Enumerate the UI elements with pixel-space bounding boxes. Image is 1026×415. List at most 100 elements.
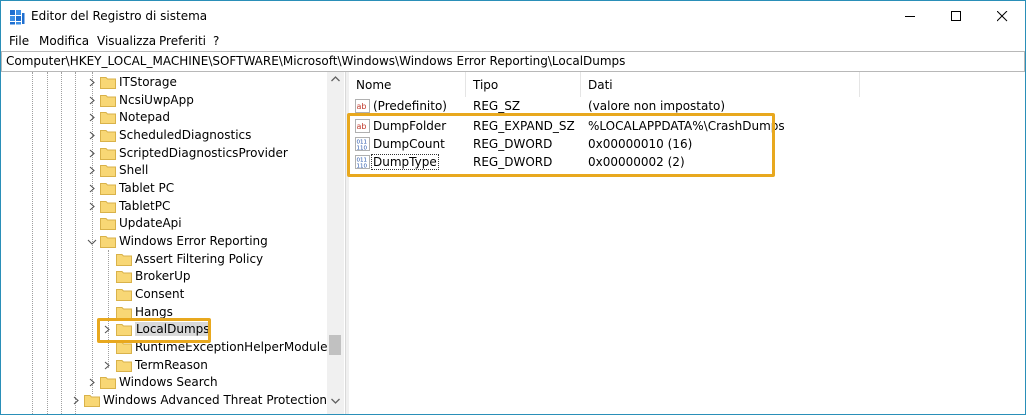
tree-item[interactable]: Consent (1, 286, 327, 303)
tree-item[interactable]: Windows Search (1, 374, 327, 391)
value-type: REG_EXPAND_SZ (473, 119, 575, 133)
tree-item[interactable]: TermReason (1, 357, 327, 374)
tree-item-label: Shell (119, 163, 149, 177)
scroll-up-arrow-icon[interactable] (331, 76, 340, 82)
folder-icon (100, 77, 116, 89)
folder-icon (116, 254, 132, 266)
close-icon (997, 11, 1008, 22)
string-value-icon: ab (355, 119, 370, 133)
tree-item-label: ITStorage (119, 75, 177, 89)
menu-modifica[interactable]: Modifica (39, 34, 89, 48)
value-name: DumpCount (373, 137, 445, 151)
binary-value-icon: 011110 (355, 155, 370, 169)
value-data: %LOCALAPPDATA%\CrashDumps (588, 119, 785, 133)
registry-editor-window: Editor del Registro di sistema File Modi… (0, 0, 1026, 415)
tree-item-label: Consent (135, 287, 185, 301)
tree-item-windows-error-reporting[interactable]: Windows Error Reporting (1, 233, 327, 250)
expand-chevron-icon[interactable] (100, 322, 114, 337)
column-header-type[interactable]: Tipo (466, 72, 581, 97)
tree-item[interactable]: Notepad (1, 109, 327, 126)
expand-chevron-icon[interactable] (85, 181, 99, 196)
tree-item[interactable]: ScheduledDiagnostics (1, 127, 327, 144)
scroll-thumb[interactable] (329, 335, 341, 355)
column-header-name[interactable]: Nome (349, 72, 466, 97)
folder-icon (84, 395, 100, 407)
expand-chevron-icon[interactable] (85, 199, 99, 214)
tree-item-label: Tablet PC (119, 181, 175, 195)
string-value-icon: ab (355, 99, 370, 113)
tree-item-label: Windows Error Reporting (119, 234, 268, 248)
svg-text:110: 110 (357, 164, 368, 170)
minimize-button[interactable] (887, 1, 933, 32)
tree-item-label: UpdateApi (119, 216, 182, 230)
svg-text:ab: ab (357, 102, 367, 111)
address-bar[interactable]: Computer\HKEY_LOCAL_MACHINE\SOFTWARE\Mic… (1, 51, 1025, 72)
tree-item-label: BrokerUp (135, 269, 191, 283)
expand-chevron-icon[interactable] (85, 93, 99, 108)
value-data: 0x00000002 (2) (588, 155, 685, 169)
window-title: Editor del Registro di sistema (31, 9, 208, 23)
values-list[interactable]: Nome Tipo Dati ab (Predefinito) REG_SZ (… (349, 72, 1025, 414)
tree-item[interactable]: BrokerUp (1, 268, 327, 285)
expand-chevron-icon[interactable] (85, 128, 99, 143)
registry-editor-icon (10, 10, 25, 25)
value-name: DumpFolder (373, 119, 447, 133)
tree-scrollbar[interactable] (327, 72, 344, 414)
tree-item-label: Assert Filtering Policy (135, 252, 264, 266)
list-header: Nome Tipo Dati (349, 72, 860, 97)
maximize-button[interactable] (933, 1, 979, 32)
tree-item[interactable]: Tablet PC (1, 180, 327, 197)
close-button[interactable] (979, 1, 1025, 32)
folder-icon (100, 95, 116, 107)
expand-chevron-icon[interactable] (85, 75, 99, 90)
value-row-default[interactable]: ab (Predefinito) REG_SZ (valore non impo… (349, 97, 859, 116)
tree-item[interactable]: Shell (1, 162, 327, 179)
column-header-data[interactable]: Dati (581, 72, 860, 97)
tree-item[interactable]: UpdateApi (1, 215, 327, 232)
folder-icon (116, 289, 132, 301)
value-type: REG_DWORD (473, 155, 553, 169)
tree-item-label: ScriptedDiagnosticsProvider (119, 146, 288, 160)
folder-icon (116, 342, 132, 354)
tree-item[interactable]: Hangs (1, 304, 327, 321)
tree-item[interactable]: TabletPC (1, 198, 327, 215)
tree-item[interactable]: RuntimeExceptionHelperModules (1, 339, 334, 356)
tree-item-label: Notepad (119, 110, 170, 124)
tree-item[interactable]: Assert Filtering Policy (1, 251, 327, 268)
menu-file[interactable]: File (9, 34, 29, 48)
expand-chevron-icon[interactable] (69, 393, 83, 408)
tree-item[interactable]: ScriptedDiagnosticsProvider (1, 145, 327, 162)
tree-item-label: ScheduledDiagnostics (119, 128, 252, 142)
value-row-dumpfolder[interactable]: ab DumpFolder REG_EXPAND_SZ %LOCALAPPDAT… (349, 117, 859, 136)
tree-item[interactable]: ITStorage (1, 74, 327, 91)
tree-item[interactable]: NcsiUwpApp (1, 92, 327, 109)
folder-icon (116, 271, 132, 283)
binary-value-icon: 011110 (355, 137, 370, 151)
tree-item-localdumps[interactable]: LocalDumps (1, 321, 327, 338)
value-row-dumptype[interactable]: 011 110 DumpType REG_DWORD 0x00000002 (2) (349, 153, 859, 172)
menu-preferiti[interactable]: Preferiti (159, 34, 206, 48)
tree-item-label: RuntimeExceptionHelperModules (135, 340, 334, 354)
folder-icon (100, 130, 116, 142)
expand-chevron-icon[interactable] (85, 375, 99, 390)
value-type: REG_DWORD (473, 137, 553, 151)
folder-icon (100, 148, 116, 160)
folder-icon (116, 360, 132, 372)
collapse-chevron-icon[interactable] (85, 234, 99, 249)
expand-chevron-icon[interactable] (85, 110, 99, 125)
scroll-down-arrow-icon[interactable] (331, 398, 340, 404)
title-bar[interactable]: Editor del Registro di sistema (1, 1, 1025, 32)
expand-chevron-icon[interactable] (85, 163, 99, 178)
expand-chevron-icon[interactable] (85, 146, 99, 161)
key-tree[interactable]: ITStorage NcsiUwpApp Notepad ScheduledDi… (1, 72, 344, 414)
menu-bar: File Modifica Visualizza Preferiti ? (1, 32, 1025, 51)
folder-icon (100, 165, 116, 177)
tree-item[interactable]: Windows Advanced Threat Protection (1, 392, 327, 409)
menu-visualizza[interactable]: Visualizza (97, 34, 156, 48)
menu-help[interactable]: ? (213, 34, 219, 48)
value-data: 0x00000010 (16) (588, 137, 693, 151)
tree-item-label: Windows Advanced Threat Protection (103, 393, 328, 407)
expand-chevron-icon[interactable] (100, 358, 114, 373)
value-row-dumpcount[interactable]: 011 110 DumpCount REG_DWORD 0x00000010 (1… (349, 135, 859, 154)
folder-icon (100, 218, 116, 230)
